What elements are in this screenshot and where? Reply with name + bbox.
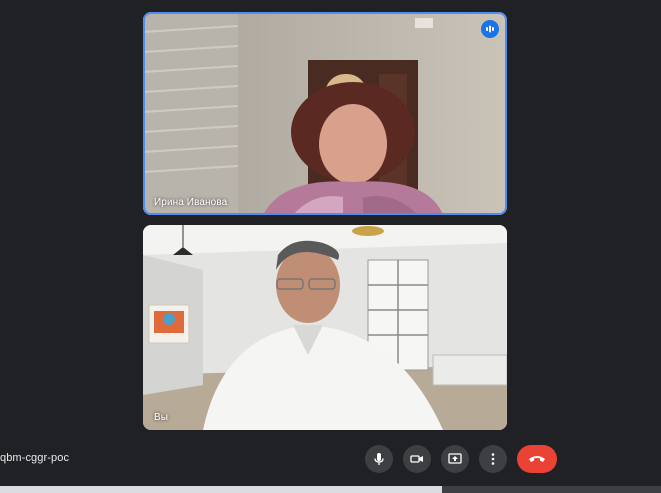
microphone-button[interactable]: [365, 445, 393, 473]
end-call-button[interactable]: [517, 445, 557, 473]
more-options-button[interactable]: [479, 445, 507, 473]
meeting-code: qbm-cggr-poc: [0, 452, 70, 464]
present-screen-button[interactable]: [441, 445, 469, 473]
speaking-indicator-icon: [481, 20, 499, 38]
participant-tile-irina[interactable]: Ирина Иванова: [143, 12, 507, 215]
participant-video-irina: [143, 12, 507, 215]
present-screen-icon: [448, 453, 462, 464]
microphone-icon: [374, 453, 384, 465]
end-call-icon: [529, 456, 545, 462]
more-options-icon: [491, 453, 495, 465]
bottom-bar-segment: [442, 486, 661, 493]
participant-tile-self[interactable]: Вы: [143, 225, 507, 430]
participant-name: Ирина Иванова: [154, 197, 228, 208]
participant-video-self: [143, 225, 507, 430]
camera-button[interactable]: [403, 445, 431, 473]
camera-icon: [410, 455, 423, 463]
bottom-bar: [0, 486, 661, 493]
participant-name: Вы: [154, 412, 169, 423]
